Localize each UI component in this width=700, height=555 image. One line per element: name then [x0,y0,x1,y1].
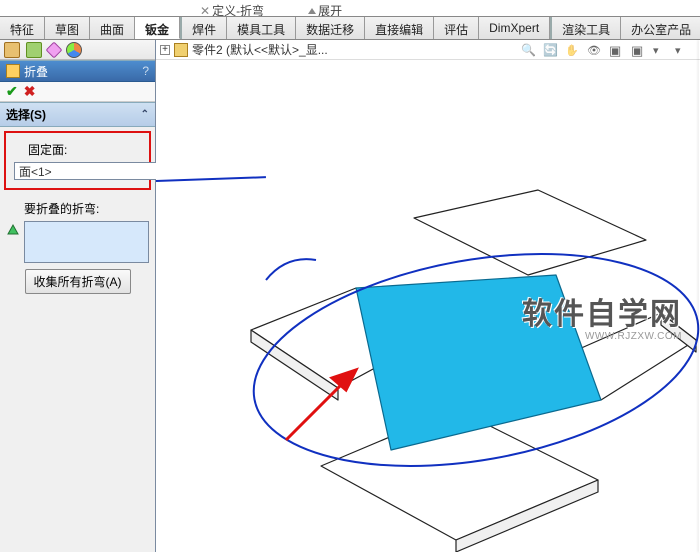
part-icon [174,43,188,57]
part-name: 零件2 (默认<<默认>_显... [192,41,328,58]
more-view-icon[interactable] [652,42,668,58]
fixed-face-label: 固定面: [28,141,145,158]
chevron-up-icon: ⌃ [141,109,149,120]
pan-icon[interactable] [564,42,580,58]
bend-select-icon[interactable] [6,223,20,237]
cancel-button[interactable]: ✖ [24,83,36,100]
tab-dimxpert[interactable]: DimXpert [479,17,550,39]
tab-data-migration[interactable]: 数据迁移 [296,17,365,39]
tab-render[interactable]: 渲染工具 [552,17,621,39]
collect-all-bends-button[interactable]: 收集所有折弯(A) [25,269,131,294]
feature-title: 折叠 [24,63,48,80]
orbit-icon[interactable] [542,42,558,58]
display-style-icon[interactable] [608,42,624,58]
property-panel: 折叠 ? ✔ ✖ 选择(S) ⌃ 固定面: 要折叠的折弯: [0,40,156,552]
view-toolbar [520,42,690,58]
select-section: 固定面: [4,131,151,190]
property-icon[interactable] [46,41,63,58]
view-icon[interactable] [586,42,602,58]
zoom-icon[interactable] [520,42,536,58]
tab-surface[interactable]: 曲面 [90,17,135,39]
tab-office[interactable]: 办公室产品 [621,17,700,39]
ribbon-tabs: 特征 草图 曲面 钣金 焊件 模具工具 数据迁移 直接编辑 评估 DimXper… [0,16,700,40]
appearance-icon[interactable] [66,42,82,58]
section-title: 选择(S) [6,106,46,123]
tab-direct-edit[interactable]: 直接编辑 [365,17,434,39]
watermark: 软件自学网 WWW.RJZXW.COM [522,289,682,342]
panel-icon-row [0,40,155,60]
bends-listbox[interactable] [24,221,149,263]
up-arrow-icon [308,8,316,14]
canvas-3d[interactable]: 软件自学网 WWW.RJZXW.COM [156,60,700,552]
tab-evaluate[interactable]: 评估 [434,17,479,39]
select-section-header[interactable]: 选择(S) ⌃ [0,102,155,127]
expand-icon[interactable]: + [160,45,170,55]
ok-button[interactable]: ✔ [6,83,18,100]
feature-tree-icon[interactable] [4,42,20,58]
help-icon[interactable]: ? [142,64,149,78]
confirm-row: ✔ ✖ [0,82,155,102]
tab-features[interactable]: 特征 [0,17,45,39]
shade-icon[interactable] [630,42,646,58]
tab-mold[interactable]: 模具工具 [227,17,296,39]
watermark-cn: 软件自学网 [522,289,682,333]
config-icon[interactable] [26,42,42,58]
bends-label: 要折叠的折弯: [24,200,149,217]
dropdown-icon[interactable] [674,42,690,58]
feature-header: 折叠 ? [0,60,155,82]
tab-sketch[interactable]: 草图 [45,17,90,39]
viewport[interactable]: + 零件2 (默认<<默认>_显... [156,40,700,552]
tab-sheetmetal[interactable]: 钣金 [135,17,180,39]
fold-feature-icon [6,64,20,78]
tab-weldments[interactable]: 焊件 [182,17,227,39]
fixed-face-input[interactable] [14,162,179,180]
